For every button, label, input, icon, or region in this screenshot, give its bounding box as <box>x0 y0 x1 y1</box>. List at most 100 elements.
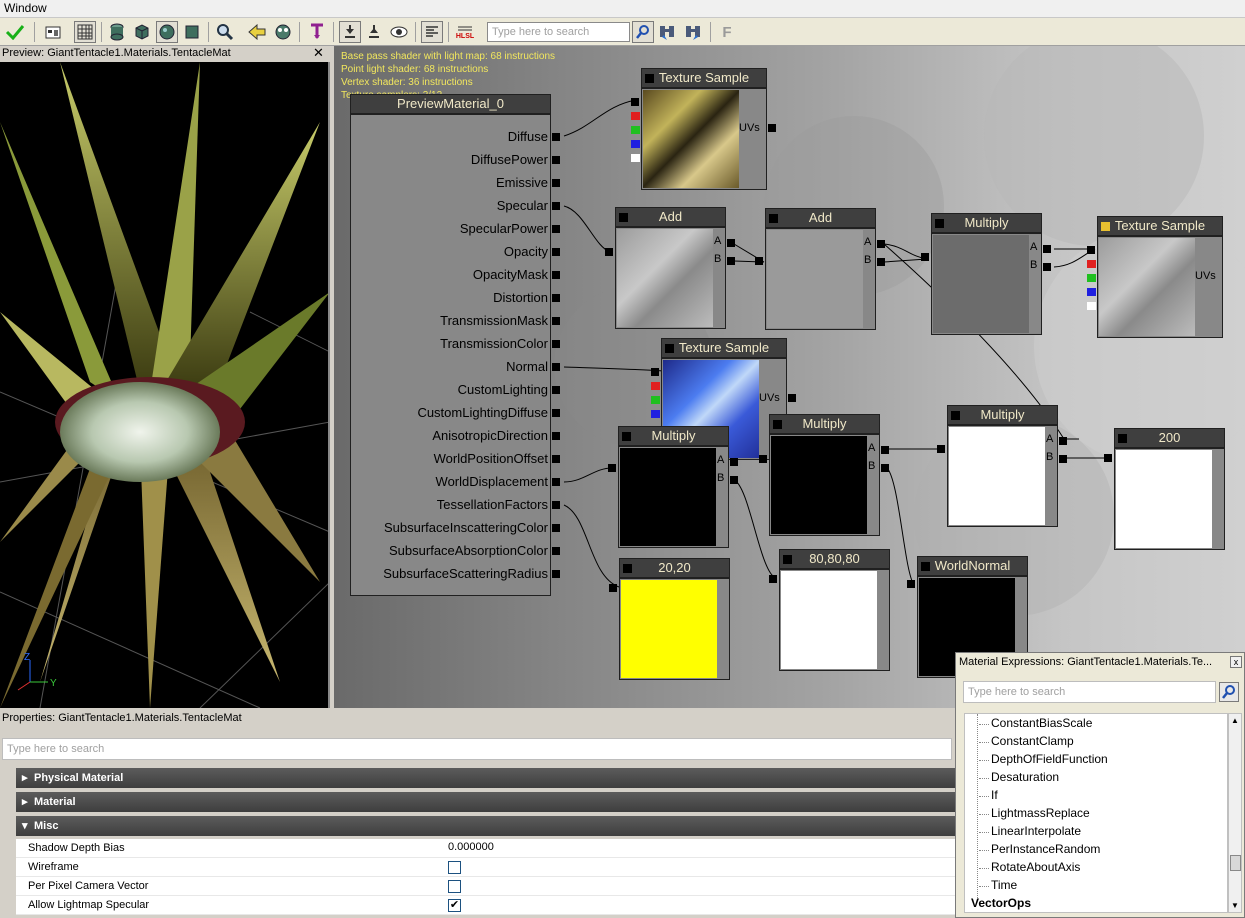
shadow-depth-bias-value[interactable]: 0.000000 <box>448 841 494 853</box>
category-misc[interactable]: ▾ Misc <box>16 816 956 836</box>
sphere-icon[interactable] <box>156 21 178 43</box>
plane-icon[interactable] <box>181 21 203 43</box>
expressions-close-button[interactable]: x <box>1230 656 1242 668</box>
input-b-pin[interactable] <box>1043 263 1051 271</box>
input-a-pin[interactable] <box>730 458 738 466</box>
input-b-pin[interactable] <box>877 258 885 266</box>
uvs-input-pin[interactable] <box>768 124 776 132</box>
expression-item[interactable]: ConstantBiasScale <box>978 716 1092 730</box>
rgb-output-pin[interactable] <box>651 368 659 376</box>
node-pin[interactable] <box>769 214 778 223</box>
home-view-icon[interactable] <box>42 21 64 43</box>
add-node-1[interactable]: Add A B <box>605 207 735 329</box>
grid-icon[interactable] <box>74 21 96 43</box>
preview-close-button[interactable]: ✕ <box>313 45 324 61</box>
input-a-pin[interactable] <box>1043 245 1051 253</box>
red-channel-pin[interactable] <box>651 382 660 390</box>
constant2vector-node[interactable]: 20,20 <box>609 558 730 680</box>
category-material[interactable]: ▸ Material <box>16 792 956 812</box>
hlsl-icon[interactable]: HLSL <box>454 21 476 43</box>
constant3vector-node[interactable]: 80,80,80 <box>769 549 890 671</box>
category-physical-material[interactable]: ▸ Physical Material <box>16 768 956 788</box>
input-b-pin[interactable] <box>727 257 735 265</box>
material-input-pin[interactable] <box>552 524 560 532</box>
expression-item[interactable]: PerInstanceRandom <box>978 842 1100 856</box>
output-pin[interactable] <box>605 248 613 256</box>
expression-item[interactable]: LightmassReplace <box>979 806 1090 820</box>
material-input-pin[interactable] <box>552 501 560 509</box>
expression-item[interactable]: Time <box>978 878 1017 892</box>
material-input-pin[interactable] <box>552 363 560 371</box>
node-pin[interactable] <box>921 562 930 571</box>
node-pin[interactable] <box>623 564 632 573</box>
node-pin[interactable] <box>619 213 628 222</box>
material-input-pin[interactable] <box>552 133 560 141</box>
connectors-icon[interactable] <box>339 21 361 43</box>
rgb-output-pin[interactable] <box>1087 246 1095 254</box>
green-channel-pin[interactable] <box>631 126 640 134</box>
green-channel-pin[interactable] <box>651 396 660 404</box>
material-input-pin[interactable] <box>552 248 560 256</box>
material-input-pin[interactable] <box>552 340 560 348</box>
output-pin[interactable] <box>907 580 915 588</box>
binoculars-right-icon[interactable] <box>682 21 704 43</box>
expression-group-vectorops[interactable]: VectorOps <box>971 896 1031 910</box>
cube-icon[interactable] <box>131 21 153 43</box>
multiply-node-2[interactable]: Multiply A B <box>608 426 738 548</box>
expression-item[interactable]: RotateAboutAxis <box>978 860 1080 874</box>
expression-item[interactable]: Desaturation <box>978 770 1059 784</box>
add-node-2[interactable]: Add A B <box>755 208 885 330</box>
blue-channel-pin[interactable] <box>631 140 640 148</box>
node-pin[interactable] <box>645 74 654 83</box>
place-node-icon[interactable] <box>306 21 328 43</box>
properties-search-input[interactable] <box>2 738 952 760</box>
expression-item[interactable]: DepthOfFieldFunction <box>979 752 1108 766</box>
material-input-pin[interactable] <box>552 271 560 279</box>
rgb-output-pin[interactable] <box>631 98 639 106</box>
input-b-pin[interactable] <box>1059 455 1067 463</box>
expressions-search-input[interactable] <box>963 681 1216 703</box>
node-pin[interactable] <box>951 411 960 420</box>
output-pin[interactable] <box>609 584 617 592</box>
expressions-tree[interactable]: ConstantBiasScale ConstantClamp DepthOfF… <box>964 713 1228 913</box>
alpha-channel-pin[interactable] <box>631 154 640 162</box>
input-b-pin[interactable] <box>730 476 738 484</box>
input-a-pin[interactable] <box>877 240 885 248</box>
binoculars-left-icon[interactable] <box>656 21 678 43</box>
apply-check-icon[interactable] <box>2 21 28 43</box>
material-graph-canvas[interactable]: Base pass shader with light map: 68 inst… <box>334 46 1245 708</box>
multiply-node-1[interactable]: Multiply A B <box>921 213 1051 335</box>
node-pin[interactable] <box>773 420 782 429</box>
scroll-down-icon[interactable]: ▼ <box>1231 901 1239 910</box>
preview-viewport[interactable]: Z Y <box>0 62 330 708</box>
output-pin[interactable] <box>921 253 929 261</box>
node-pin[interactable] <box>1118 434 1127 443</box>
back-arrow-icon[interactable] <box>246 21 268 43</box>
allow-lightmap-specular-checkbox[interactable]: ✔ <box>448 899 461 912</box>
node-pin[interactable] <box>935 219 944 228</box>
texture-sample-node-1[interactable]: Texture Sample UVs <box>631 68 776 190</box>
stats-icon[interactable] <box>421 21 443 43</box>
node-pin[interactable] <box>622 432 631 441</box>
hide-icon[interactable] <box>363 21 385 43</box>
output-pin[interactable] <box>1104 454 1112 462</box>
node-pin[interactable] <box>665 344 674 353</box>
material-input-pin[interactable] <box>552 432 560 440</box>
scroll-thumb[interactable] <box>1230 855 1241 871</box>
green-channel-pin[interactable] <box>1087 274 1096 282</box>
expression-item[interactable]: If <box>979 788 998 802</box>
input-a-pin[interactable] <box>727 239 735 247</box>
per-pixel-camera-vector-checkbox[interactable] <box>448 880 461 893</box>
node-pin[interactable] <box>1101 222 1110 231</box>
output-pin[interactable] <box>937 445 945 453</box>
node-pin[interactable] <box>783 555 792 564</box>
material-input-pin[interactable] <box>552 478 560 486</box>
multiply-node-3[interactable]: Multiply A B <box>759 414 889 536</box>
constant-200-node[interactable]: 200 <box>1104 428 1225 550</box>
blue-channel-pin[interactable] <box>651 410 660 418</box>
search-icon[interactable] <box>1219 682 1239 702</box>
expression-item[interactable]: LinearInterpolate <box>978 824 1081 838</box>
material-input-pin[interactable] <box>552 294 560 302</box>
red-channel-pin[interactable] <box>1087 260 1096 268</box>
red-channel-pin[interactable] <box>631 112 640 120</box>
